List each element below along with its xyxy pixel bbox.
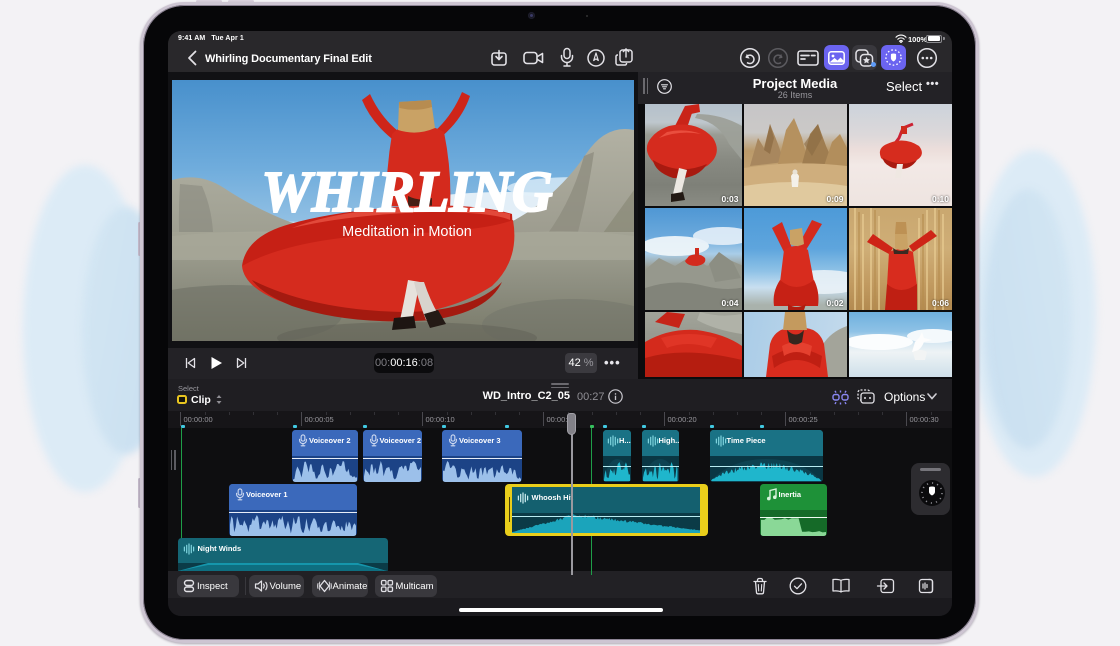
svg-text:WHIRLING: WHIRLING xyxy=(262,159,553,224)
svg-text:Meditation in Motion: Meditation in Motion xyxy=(342,224,472,240)
